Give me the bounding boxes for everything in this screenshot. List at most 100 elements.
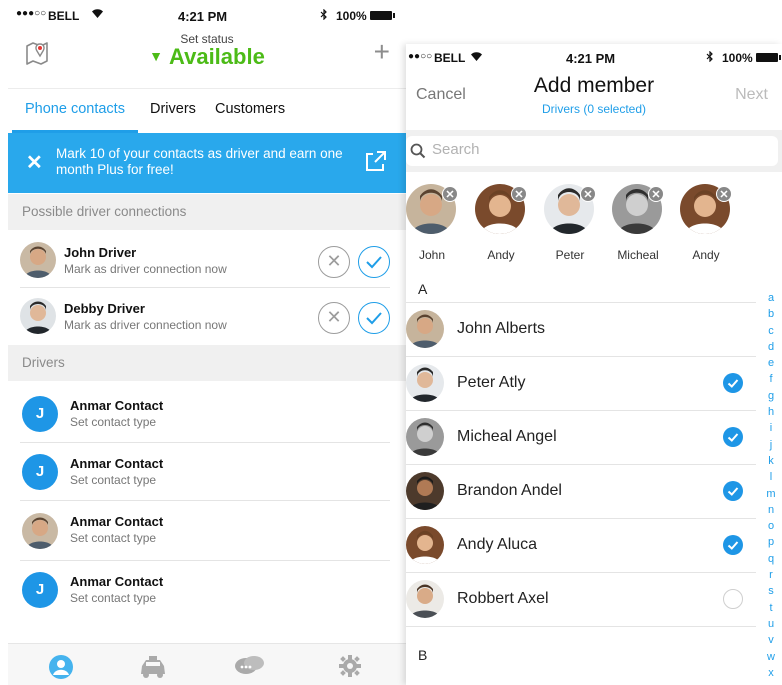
tab-phone-contacts[interactable]: Phone contacts: [25, 101, 125, 117]
list-item[interactable]: Debby Driver Mark as driver connection n…: [8, 288, 406, 344]
member-name: John Alberts: [457, 320, 546, 337]
index-letter-i[interactable]: i: [764, 420, 778, 436]
divider: [406, 410, 756, 411]
nav-header: Cancel Add member Drivers (0 selected) N…: [406, 70, 782, 130]
selected-check-icon[interactable]: [723, 373, 743, 393]
member-row[interactable]: Brandon Andel: [406, 464, 756, 518]
reject-icon[interactable]: ✕: [318, 302, 350, 334]
index-letter-b[interactable]: b: [764, 306, 778, 322]
section-letter-b: B: [418, 647, 428, 663]
tab-drivers[interactable]: Drivers: [150, 101, 196, 117]
contact-name: Anmar Contact: [70, 456, 164, 471]
index-letter-t[interactable]: t: [764, 600, 778, 616]
avatar: [406, 364, 444, 402]
avatar: J: [22, 454, 58, 490]
index-letter-x[interactable]: x: [764, 665, 778, 681]
index-letter-h[interactable]: h: [764, 404, 778, 420]
contact-name: Anmar Contact: [70, 574, 164, 589]
remove-icon[interactable]: ✕: [716, 186, 732, 202]
search-icon: [410, 143, 426, 159]
selected-check-icon[interactable]: [723, 535, 743, 555]
index-letter-q[interactable]: q: [764, 551, 778, 567]
contacts-icon[interactable]: [48, 654, 74, 680]
member-name: Robbert Axel: [457, 590, 549, 607]
index-letter-c[interactable]: c: [764, 323, 778, 339]
member-row[interactable]: Peter Atly: [406, 356, 756, 410]
avatar: [406, 526, 444, 564]
plus-icon[interactable]: +: [374, 36, 390, 68]
battery-percent: 100%: [336, 9, 367, 23]
index-letter-o[interactable]: o: [764, 518, 778, 534]
close-icon[interactable]: ✕: [26, 150, 43, 175]
search-input[interactable]: [432, 141, 732, 158]
index-letter-a[interactable]: a: [764, 290, 778, 306]
battery-indicator: 100%: [336, 9, 395, 23]
reject-icon[interactable]: ✕: [318, 246, 350, 278]
index-letter-w[interactable]: w: [764, 649, 778, 665]
index-letter-j[interactable]: j: [764, 437, 778, 453]
member-row[interactable]: Andy Aluca: [406, 518, 756, 572]
index-letter-n[interactable]: n: [764, 502, 778, 518]
carrier-label: BELL: [48, 9, 80, 23]
remove-icon[interactable]: ✕: [648, 186, 664, 202]
list-item[interactable]: J Anmar Contact Set contact type: [8, 561, 406, 619]
page-title: Add member: [533, 74, 655, 97]
selected-member-name: Andy: [487, 248, 515, 262]
selected-check-icon[interactable]: [723, 481, 743, 501]
promo-banner: ✕ Mark 10 of your contacts as driver and…: [8, 133, 406, 193]
unselected-circle-icon[interactable]: [723, 589, 743, 609]
divider: [406, 356, 756, 357]
contact-subtitle: Set contact type: [70, 531, 157, 545]
tab-customers[interactable]: Customers: [215, 101, 285, 117]
chat-icon[interactable]: [234, 654, 264, 680]
remove-icon[interactable]: ✕: [442, 186, 458, 202]
index-letter-u[interactable]: u: [764, 616, 778, 632]
taxi-icon[interactable]: [138, 654, 165, 680]
external-link-icon[interactable]: [364, 149, 388, 173]
contact-subtitle: Set contact type: [70, 415, 157, 429]
list-item[interactable]: Anmar Contact Set contact type: [8, 501, 406, 561]
index-letter-m[interactable]: m: [764, 486, 778, 502]
accept-check-icon[interactable]: [358, 246, 390, 278]
member-row[interactable]: John Alberts: [406, 302, 756, 356]
status-selector[interactable]: ▼ Available: [8, 44, 406, 70]
selected-check-icon[interactable]: [723, 427, 743, 447]
divider: [406, 572, 756, 573]
accept-check-icon[interactable]: [358, 302, 390, 334]
app-header: Set status ▼ Available +: [8, 28, 406, 84]
member-row[interactable]: Micheal Angel: [406, 410, 756, 464]
index-letter-e[interactable]: e: [764, 355, 778, 371]
contact-subtitle: Mark as driver connection now: [64, 318, 227, 332]
alphabet-index[interactable]: abcdefghijklmnopqrstuvwx: [764, 290, 778, 681]
bottom-tab-bar: [8, 643, 406, 685]
contact-subtitle: Set contact type: [70, 473, 157, 487]
left-phone-screen: ●●●○○ BELL 4:21 PM 100% Set status ▼ Avai…: [8, 0, 406, 685]
list-item[interactable]: John Driver Mark as driver connection no…: [8, 232, 406, 288]
list-item[interactable]: J Anmar Contact Set contact type: [8, 443, 406, 501]
index-letter-s[interactable]: s: [764, 583, 778, 599]
index-letter-p[interactable]: p: [764, 534, 778, 550]
member-row[interactable]: Robbert Axel: [406, 572, 756, 626]
avatar: [406, 472, 444, 510]
index-letter-k[interactable]: k: [764, 453, 778, 469]
avatar: [20, 298, 56, 334]
avatar: [22, 513, 58, 549]
contact-subtitle: Set contact type: [70, 591, 157, 605]
index-letter-r[interactable]: r: [764, 567, 778, 583]
settings-icon[interactable]: [338, 654, 364, 680]
divider: [406, 518, 756, 519]
next-button[interactable]: Next: [735, 86, 768, 104]
remove-icon[interactable]: ✕: [580, 186, 596, 202]
avatar: [406, 310, 444, 348]
index-letter-v[interactable]: v: [764, 632, 778, 648]
divider: [406, 464, 756, 465]
index-letter-l[interactable]: l: [764, 469, 778, 485]
search-field[interactable]: [406, 136, 778, 166]
contact-subtitle: Mark as driver connection now: [64, 262, 227, 276]
index-letter-g[interactable]: g: [764, 388, 778, 404]
remove-icon[interactable]: ✕: [511, 186, 527, 202]
list-item[interactable]: J Anmar Contact Set contact type: [8, 385, 406, 443]
index-letter-f[interactable]: f: [764, 371, 778, 387]
selected-member-name: Andy: [692, 248, 720, 262]
index-letter-d[interactable]: d: [764, 339, 778, 355]
